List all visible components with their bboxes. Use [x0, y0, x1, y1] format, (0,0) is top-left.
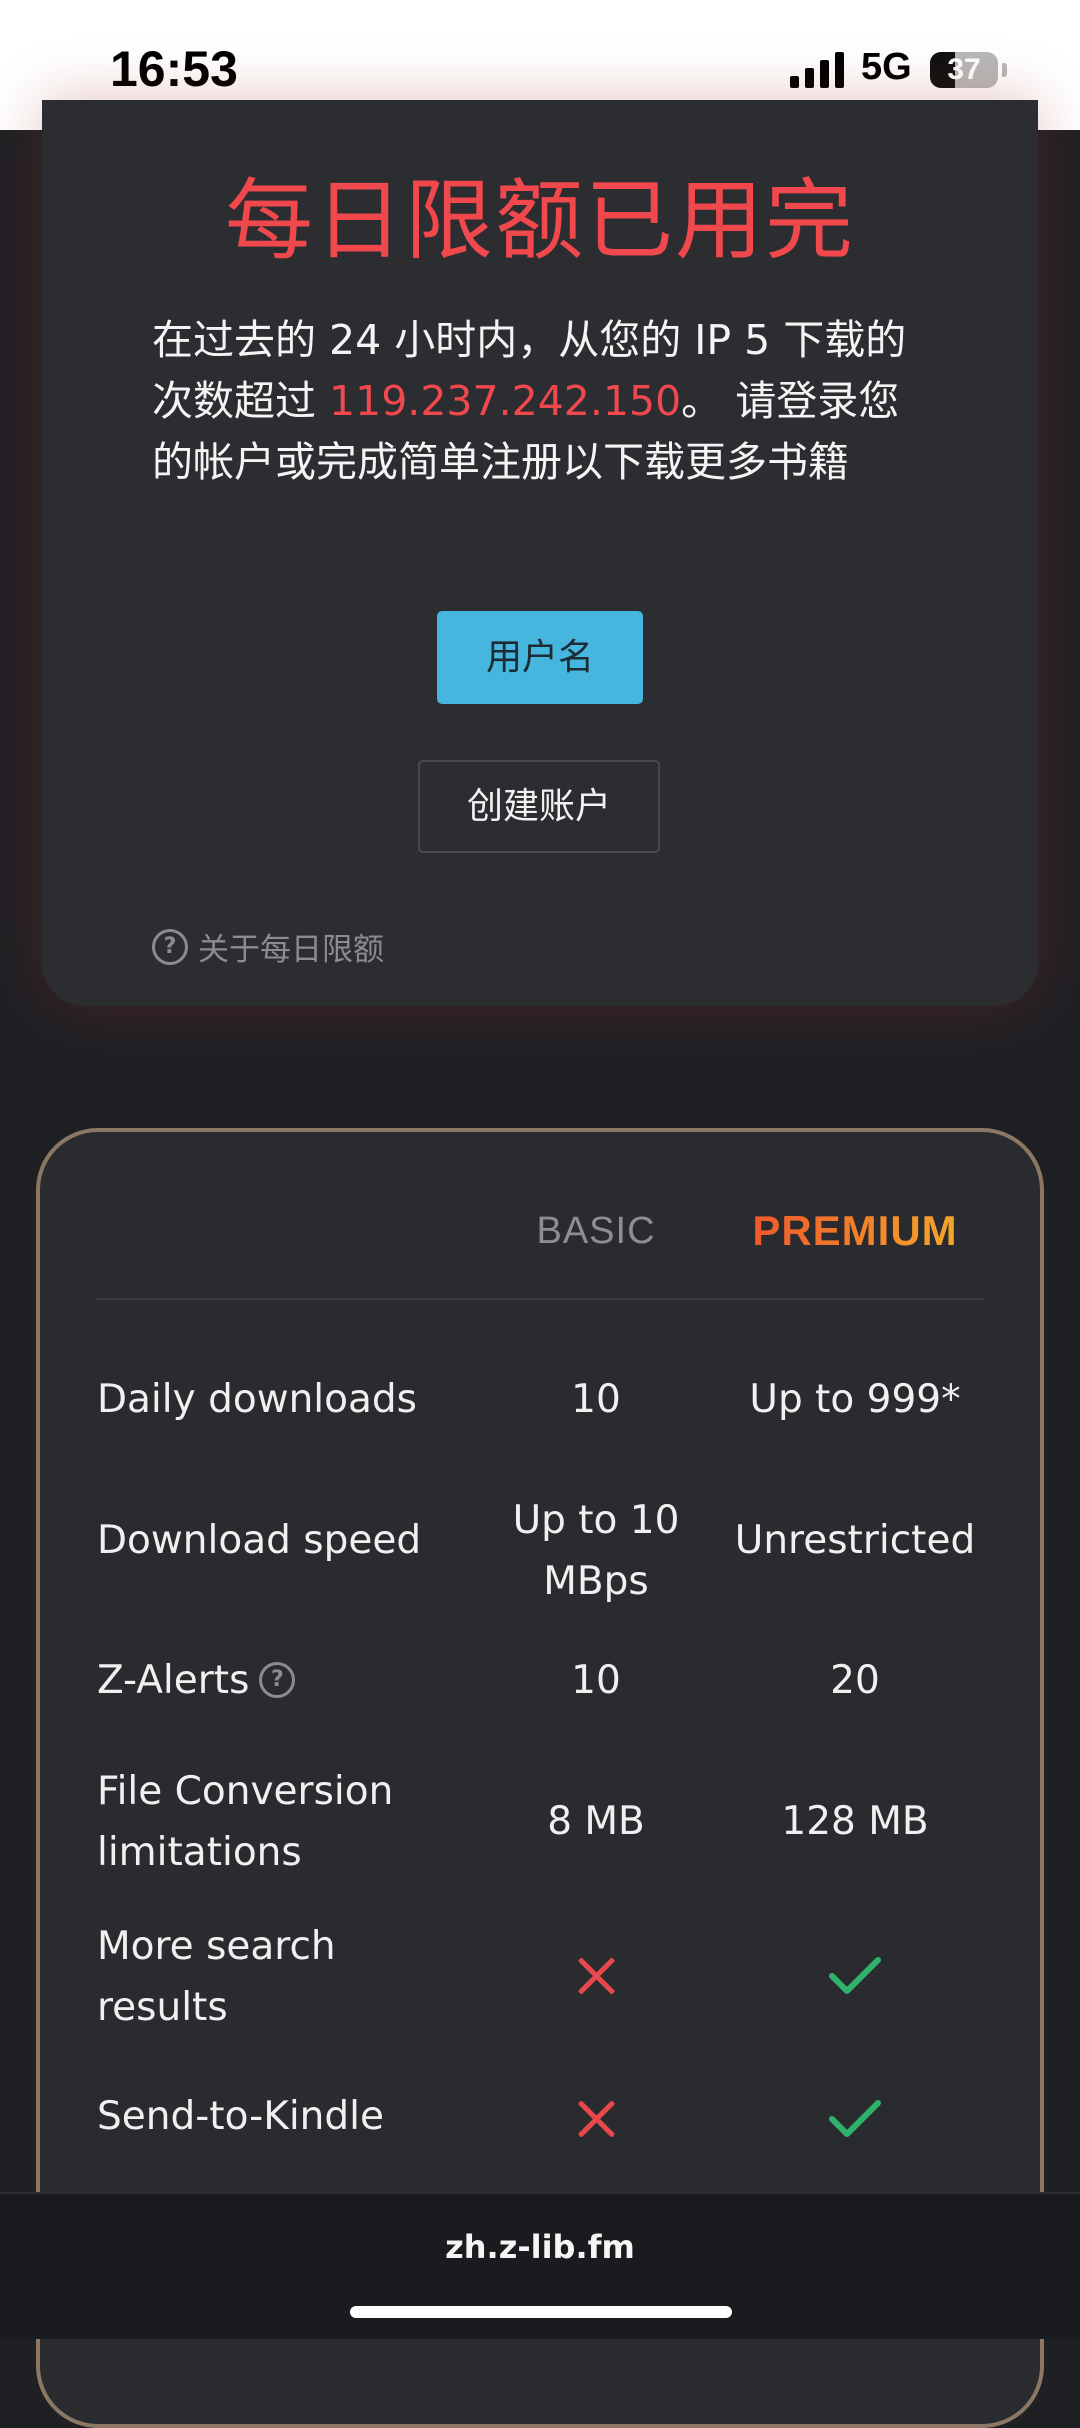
help-icon[interactable]: ?	[259, 1661, 296, 1698]
feature-label: Z-Alerts?	[97, 1650, 296, 1711]
url-text[interactable]: zh.z-lib.fm	[0, 2228, 1080, 2266]
login-button[interactable]: 用户名	[437, 611, 643, 704]
premium-value	[720, 2096, 990, 2157]
premium-value: Up to 999*	[749, 1377, 961, 1422]
premium-value: Unrestricted	[734, 1518, 976, 1563]
check-icon	[829, 2100, 881, 2137]
z-alerts-label: Z-Alerts	[97, 1658, 250, 1703]
premium-plan-header: PREMIUM	[720, 1207, 990, 1255]
feature-label: File Conversion limitations	[97, 1769, 394, 1875]
limit-title: 每日限额已用完	[224, 169, 855, 272]
cross-icon	[576, 2099, 616, 2139]
browser-address-bar[interactable]: zh.z-lib.fm	[0, 2192, 1080, 2339]
basic-value: 10	[571, 1377, 621, 1422]
premium-value: 20	[830, 1658, 880, 1703]
ip-address: 119.237.242.150	[329, 377, 682, 425]
home-indicator[interactable]	[350, 2306, 732, 2318]
feature-label: Send-to-Kindle	[97, 2094, 384, 2139]
basic-value	[500, 1953, 692, 2014]
basic-plan-header: BASIC	[536, 1210, 656, 1252]
basic-value: 8 MB	[547, 1799, 645, 1844]
battery-percent: 37	[947, 53, 981, 86]
help-icon: ?	[152, 928, 188, 965]
feature-label: Daily downloads	[97, 1377, 417, 1422]
status-time: 16:53	[110, 41, 238, 97]
create-account-button[interactable]: 创建账户	[418, 760, 660, 853]
premium-value	[720, 1953, 990, 2014]
network-type: 5G	[861, 46, 912, 88]
check-icon	[829, 1957, 881, 1994]
battery-tip	[1002, 63, 1007, 77]
about-daily-limit-label: 关于每日限额	[198, 932, 384, 968]
battery-icon: 37	[930, 52, 998, 88]
feature-label: Download speed	[97, 1518, 422, 1563]
feature-label: More search results	[97, 1924, 336, 2030]
cellular-signal-icon	[790, 52, 844, 88]
basic-value: Up to 10 MBps	[512, 1498, 680, 1604]
basic-value: 10	[571, 1658, 621, 1703]
about-daily-limit-link[interactable]: ? 关于每日限额	[152, 924, 384, 969]
premium-value: 128 MB	[781, 1799, 929, 1844]
cross-icon	[576, 1956, 616, 1996]
limit-message: 在过去的 24 小时内，从您的 IP 5 下载的次数超过 119.237.242…	[152, 310, 932, 493]
header-divider	[97, 1298, 984, 1300]
basic-value	[500, 2096, 692, 2157]
